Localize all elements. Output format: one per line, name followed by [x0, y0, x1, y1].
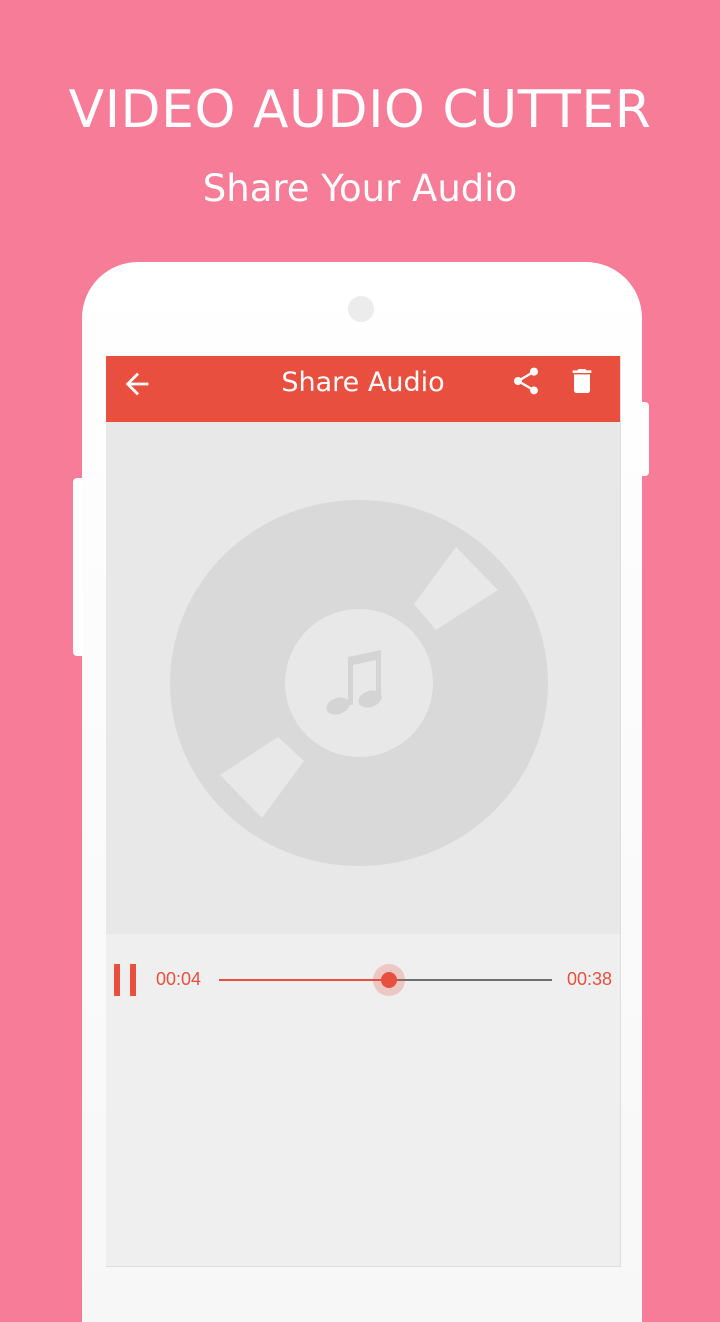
pause-icon — [114, 964, 120, 996]
app-bar-title: Share Audio — [281, 367, 445, 398]
total-time: 00:38 — [566, 969, 612, 989]
promo-subtitle: Share Your Audio — [202, 167, 518, 210]
pause-icon — [130, 964, 136, 996]
album-art-panel — [106, 422, 620, 934]
app-bar: Share Audio — [106, 356, 620, 422]
current-time: 00:04 — [156, 969, 202, 989]
trash-icon — [572, 369, 592, 393]
app-screen: Share Audio 00:04 00:38 — [106, 356, 621, 1267]
album-art — [170, 500, 548, 866]
phone-power-button — [642, 402, 649, 476]
share-icon — [514, 367, 538, 395]
promo-title: VIDEO AUDIO CUTTER — [68, 80, 652, 140]
audio-player: 00:04 00:38 — [106, 934, 620, 1024]
share-button[interactable] — [510, 365, 542, 397]
seek-bar[interactable] — [219, 964, 552, 996]
phone-camera — [348, 296, 374, 322]
disc-center — [285, 609, 433, 757]
pause-button[interactable] — [114, 964, 138, 996]
seek-bar-thumb[interactable] — [372, 964, 405, 996]
delete-button[interactable] — [566, 365, 598, 397]
seek-bar-progress — [219, 979, 389, 981]
